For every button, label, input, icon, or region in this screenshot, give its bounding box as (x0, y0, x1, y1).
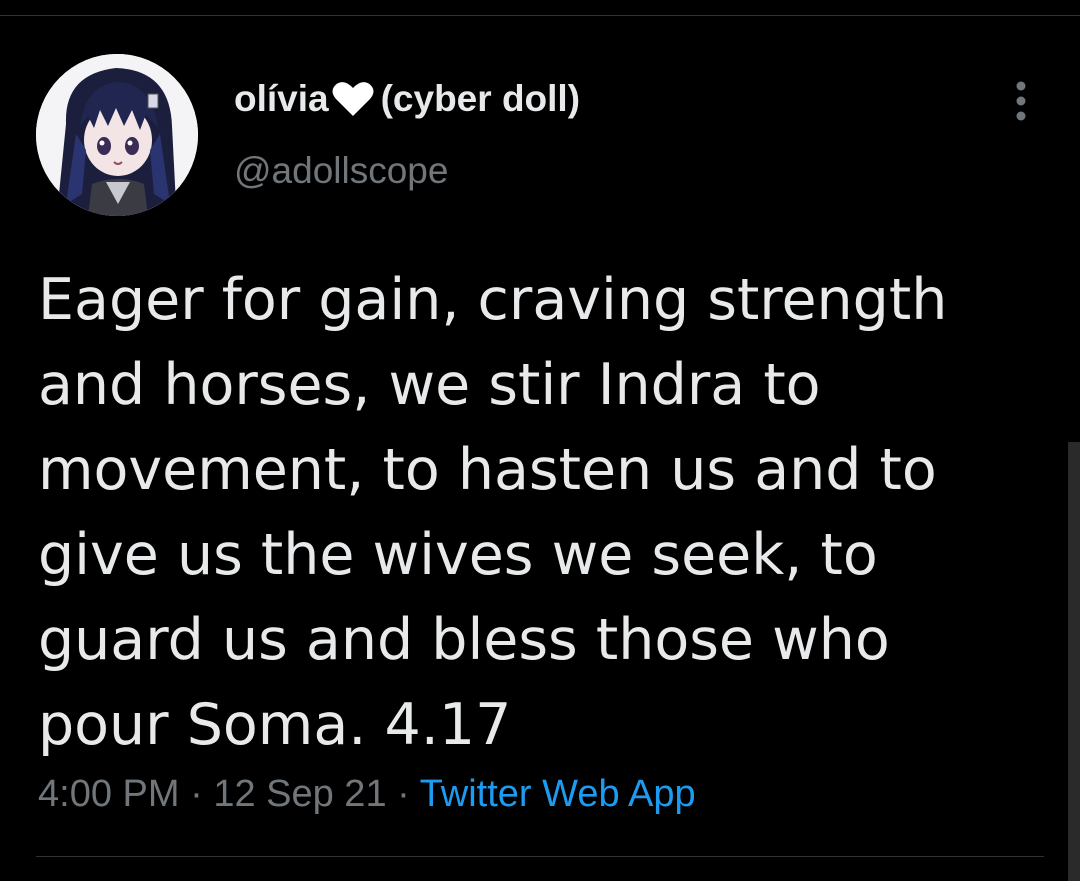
avatar-image (36, 54, 198, 216)
author-display-name[interactable]: olívia (cyber doll) (234, 78, 580, 120)
meta-separator: · (397, 773, 410, 815)
tweet-date[interactable]: 12 Sep 21 (213, 773, 386, 815)
tweet-source-link[interactable]: Twitter Web App (420, 773, 696, 815)
bottom-divider (36, 856, 1044, 857)
tweet-meta: 4:00 PM · 12 Sep 21 · Twitter Web App (38, 773, 696, 816)
avatar[interactable] (36, 54, 198, 216)
meta-separator: · (190, 773, 203, 815)
more-vertical-icon (1016, 81, 1026, 121)
more-options-button[interactable] (1006, 78, 1036, 124)
top-divider (0, 15, 1080, 16)
tweet-text: Eager for gain, craving strength and hor… (38, 267, 948, 758)
white-heart-icon (331, 80, 375, 118)
author-handle[interactable]: @adollscope (234, 150, 448, 192)
scrollbar[interactable] (1068, 442, 1080, 881)
tweet-time[interactable]: 4:00 PM (38, 773, 180, 815)
display-name-suffix: (cyber doll) (380, 78, 581, 119)
display-name-text: olívia (234, 78, 329, 119)
